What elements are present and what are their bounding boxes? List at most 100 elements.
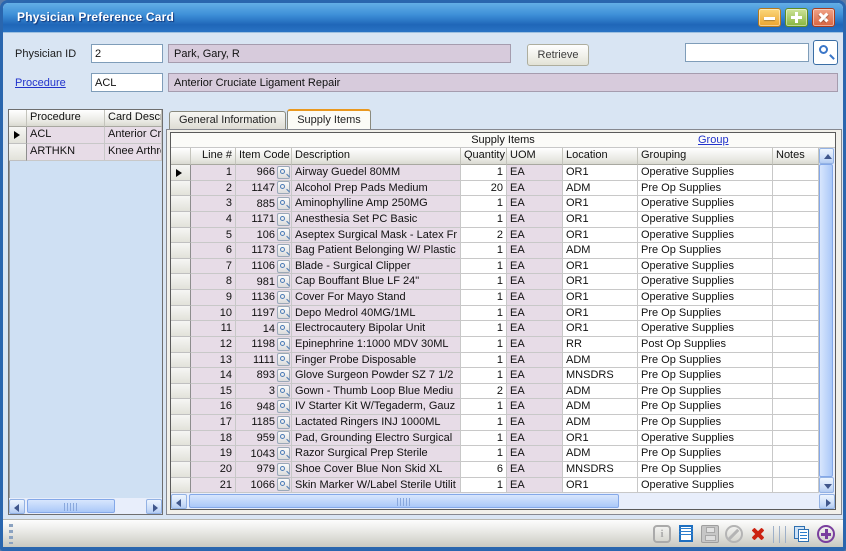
quantity-column-header[interactable]: Quantity — [461, 148, 507, 165]
quantity-cell[interactable]: 1 — [461, 212, 507, 228]
scroll-left-icon[interactable] — [9, 499, 25, 514]
description-cell[interactable]: Lactated Ringers INJ 1000ML — [292, 415, 461, 431]
row-selector[interactable] — [171, 228, 191, 244]
procedure-list-hscrollbar[interactable] — [9, 498, 162, 514]
row-selector[interactable] — [171, 306, 191, 322]
notes-cell[interactable] — [773, 431, 819, 447]
grouping-cell[interactable]: Operative Supplies — [638, 259, 773, 275]
description-cell[interactable]: Shoe Cover Blue Non Skid XL — [292, 462, 461, 478]
uom-cell[interactable]: EA — [507, 462, 563, 478]
hscroll-thumb[interactable] — [189, 494, 619, 508]
scroll-right-icon[interactable] — [819, 494, 835, 509]
add-icon[interactable] — [817, 525, 835, 543]
quantity-cell[interactable]: 6 — [461, 462, 507, 478]
grouping-cell[interactable]: Pre Op Supplies — [638, 446, 773, 462]
uom-cell[interactable]: EA — [507, 196, 563, 212]
row-selector[interactable] — [171, 446, 191, 462]
row-selector[interactable] — [171, 462, 191, 478]
grouping-cell[interactable]: Operative Supplies — [638, 274, 773, 290]
item-code-cell[interactable]: 1043 — [236, 446, 292, 462]
location-cell[interactable]: OR1 — [563, 290, 638, 306]
quantity-cell[interactable]: 1 — [461, 353, 507, 369]
line-number-cell[interactable]: 16 — [191, 399, 236, 415]
uom-cell[interactable]: EA — [507, 181, 563, 197]
table-row[interactable]: 91136Cover For Mayo Stand1EAOR1Operative… — [171, 290, 819, 306]
retrieve-button[interactable]: Retrieve — [527, 44, 589, 66]
row-selector[interactable] — [9, 127, 27, 144]
table-row[interactable]: 14893Glove Surgeon Powder SZ 7 1/21EAMNS… — [171, 368, 819, 384]
item-code-cell[interactable]: 885 — [236, 196, 292, 212]
quantity-cell[interactable]: 1 — [461, 321, 507, 337]
notes-cell[interactable] — [773, 368, 819, 384]
location-cell[interactable]: OR1 — [563, 165, 638, 181]
procedure-column-header[interactable]: Procedure — [27, 110, 105, 127]
item-code-cell[interactable]: 3 — [236, 384, 292, 400]
uom-cell[interactable]: EA — [507, 306, 563, 322]
table-row[interactable]: 101197Depo Medrol 40MG/1ML1EAOR1Pre Op S… — [171, 306, 819, 322]
item-code-column-header[interactable]: Item Code — [236, 148, 292, 165]
item-lookup-button[interactable] — [277, 447, 290, 460]
item-code-cell[interactable]: 106 — [236, 228, 292, 244]
grouping-cell[interactable]: Operative Supplies — [638, 290, 773, 306]
line-number-cell[interactable]: 15 — [191, 384, 236, 400]
tab-general-information[interactable]: General Information — [169, 111, 286, 129]
location-cell[interactable]: ADM — [563, 384, 638, 400]
table-row[interactable]: 121198Epinephrine 1:1000 MDV 30ML1EARRPo… — [171, 337, 819, 353]
description-cell[interactable]: Electrocautery Bipolar Unit — [292, 321, 461, 337]
table-row[interactable]: ARTHKNKnee Arthros — [9, 144, 162, 161]
scroll-right-icon[interactable] — [146, 499, 162, 514]
supply-grid-hscrollbar[interactable] — [171, 493, 835, 509]
row-selector[interactable] — [9, 144, 27, 161]
notes-cell[interactable] — [773, 243, 819, 259]
grouping-cell[interactable]: Pre Op Supplies — [638, 415, 773, 431]
uom-cell[interactable]: EA — [507, 431, 563, 447]
description-cell[interactable]: Glove Surgeon Powder SZ 7 1/2 — [292, 368, 461, 384]
description-cell[interactable]: Aseptex Surgical Mask - Latex Fr — [292, 228, 461, 244]
uom-cell[interactable]: EA — [507, 290, 563, 306]
description-cell[interactable]: Airway Guedel 80MM — [292, 165, 461, 181]
table-row[interactable]: 1114Electrocautery Bipolar Unit1EAOR1Ope… — [171, 321, 819, 337]
item-code-cell[interactable]: 1171 — [236, 212, 292, 228]
location-cell[interactable]: MNSDRS — [563, 368, 638, 384]
location-cell[interactable]: OR1 — [563, 306, 638, 322]
table-row[interactable]: ACLAnterior Cru — [9, 127, 162, 144]
table-row[interactable]: 3885Aminophylline Amp 250MG1EAOR1Operati… — [171, 196, 819, 212]
notes-cell[interactable] — [773, 165, 819, 181]
table-row[interactable]: 211066Skin Marker W/Label Sterile Utilit… — [171, 478, 819, 494]
table-row[interactable]: 61173Bag Patient Belonging W/ Plastic1EA… — [171, 243, 819, 259]
uom-cell[interactable]: EA — [507, 384, 563, 400]
table-row[interactable]: 20979Shoe Cover Blue Non Skid XL6EAMNSDR… — [171, 462, 819, 478]
grouping-cell[interactable]: Post Op Supplies — [638, 337, 773, 353]
row-selector[interactable] — [171, 274, 191, 290]
notes-cell[interactable] — [773, 399, 819, 415]
location-cell[interactable]: OR1 — [563, 259, 638, 275]
delete-icon[interactable] — [749, 525, 767, 543]
notes-cell[interactable] — [773, 415, 819, 431]
row-selector[interactable] — [171, 368, 191, 384]
quantity-cell[interactable]: 1 — [461, 274, 507, 290]
quantity-cell[interactable]: 1 — [461, 259, 507, 275]
item-lookup-button[interactable] — [277, 431, 290, 444]
description-cell[interactable]: Finger Probe Disposable — [292, 353, 461, 369]
scroll-down-icon[interactable] — [819, 477, 834, 493]
table-row[interactable]: 8981Cap Bouffant Blue LF 24"1EAOR1Operat… — [171, 274, 819, 290]
grouping-cell[interactable]: Pre Op Supplies — [638, 353, 773, 369]
uom-cell[interactable]: EA — [507, 259, 563, 275]
uom-cell[interactable]: EA — [507, 353, 563, 369]
notes-cell[interactable] — [773, 181, 819, 197]
grouping-cell[interactable]: Pre Op Supplies — [638, 306, 773, 322]
quantity-cell[interactable]: 2 — [461, 228, 507, 244]
row-selector[interactable] — [171, 212, 191, 228]
line-number-cell[interactable]: 20 — [191, 462, 236, 478]
item-lookup-button[interactable] — [277, 338, 290, 351]
uom-cell[interactable]: EA — [507, 337, 563, 353]
quantity-cell[interactable]: 20 — [461, 181, 507, 197]
line-number-cell[interactable]: 2 — [191, 181, 236, 197]
uom-cell[interactable]: EA — [507, 446, 563, 462]
row-selector[interactable] — [171, 384, 191, 400]
item-lookup-button[interactable] — [277, 181, 290, 194]
location-cell[interactable]: OR1 — [563, 274, 638, 290]
uom-cell[interactable]: EA — [507, 399, 563, 415]
line-number-cell[interactable]: 6 — [191, 243, 236, 259]
row-selector[interactable] — [171, 259, 191, 275]
